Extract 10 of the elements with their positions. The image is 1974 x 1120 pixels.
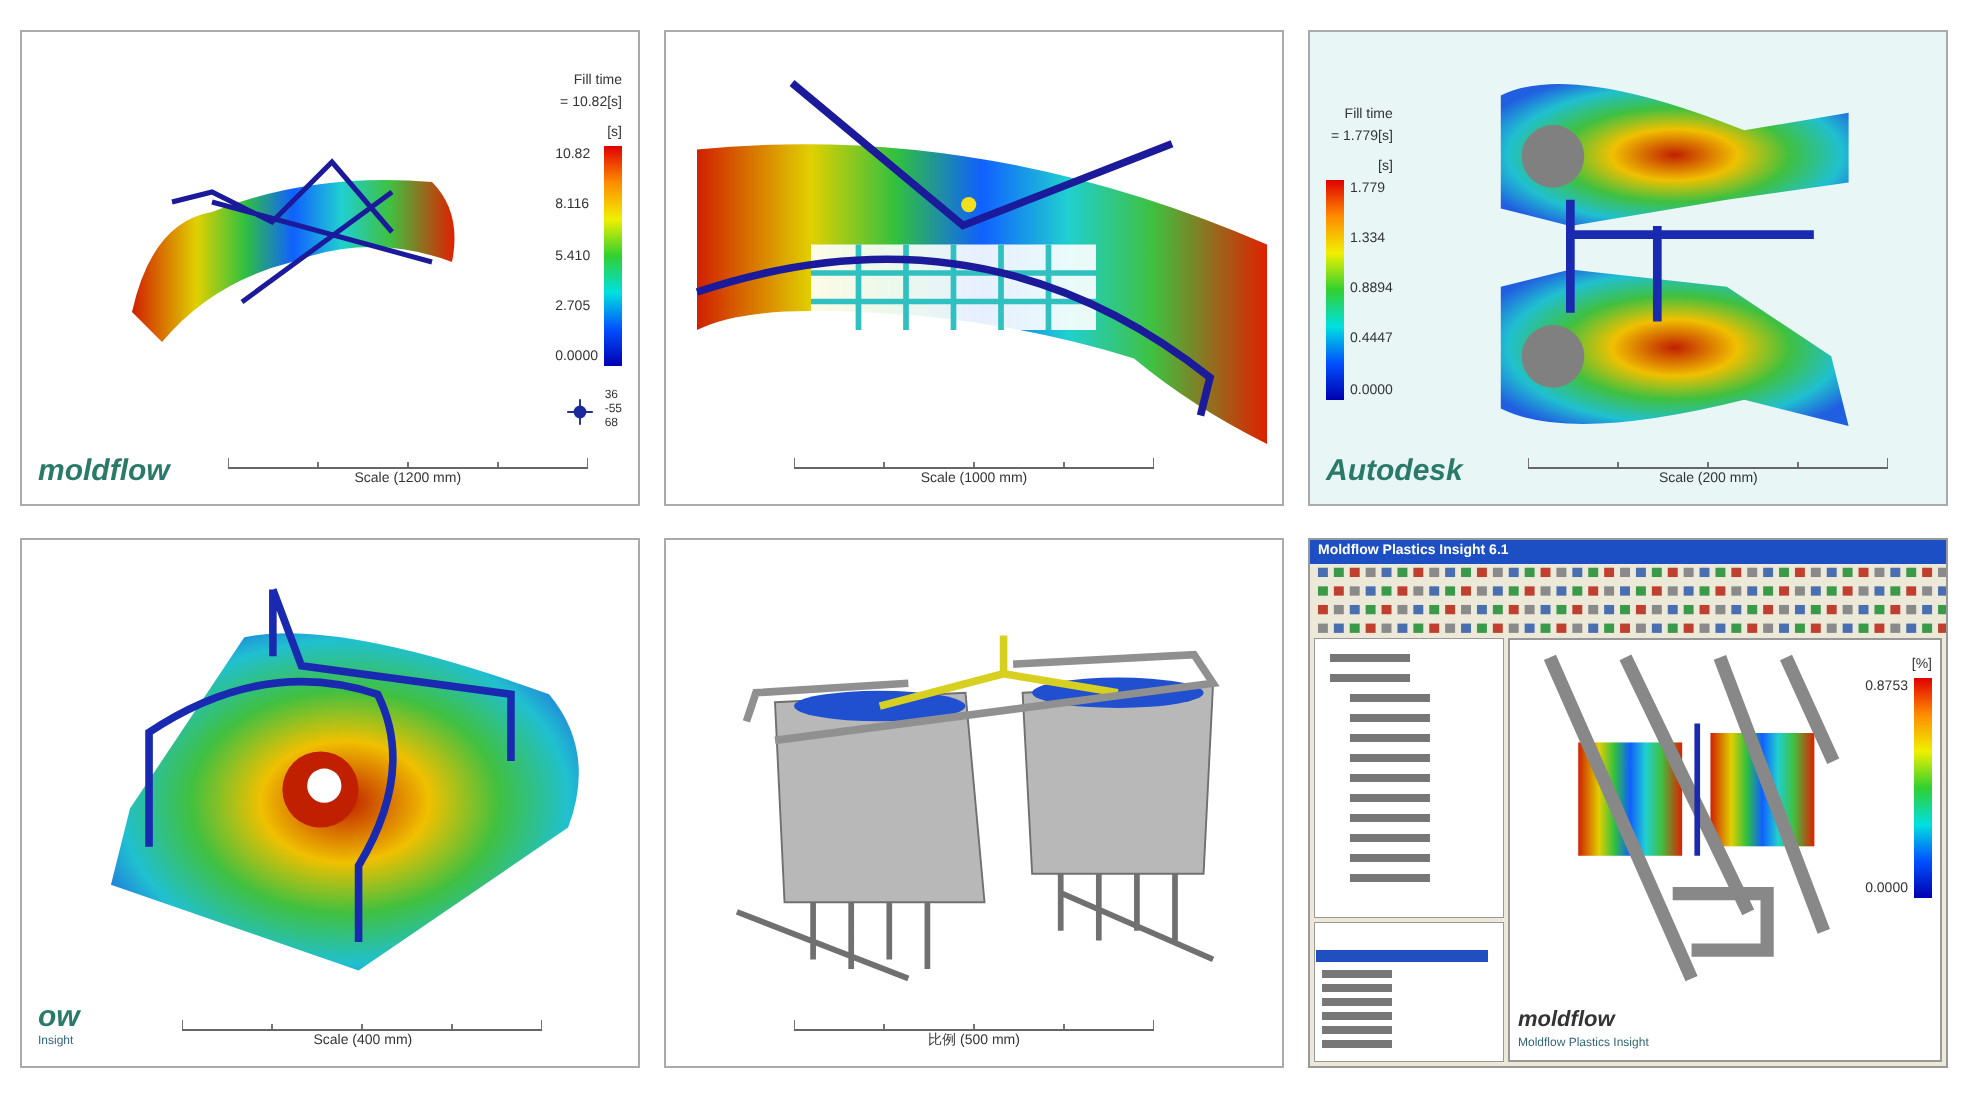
brand-logo: Autodesk	[1326, 456, 1463, 488]
scale-bar-icon	[794, 458, 1154, 470]
scale-bar-icon	[182, 1020, 543, 1032]
brand-logo: moldflow	[38, 456, 170, 488]
axis-triad-icon	[564, 395, 597, 427]
brand-logo: moldflow	[1518, 1006, 1618, 1036]
scale-bar-icon	[1528, 458, 1889, 470]
brand-logo: ow	[38, 1002, 80, 1034]
scale-bar-icon	[794, 1020, 1154, 1032]
scale-bar-icon	[227, 458, 588, 470]
